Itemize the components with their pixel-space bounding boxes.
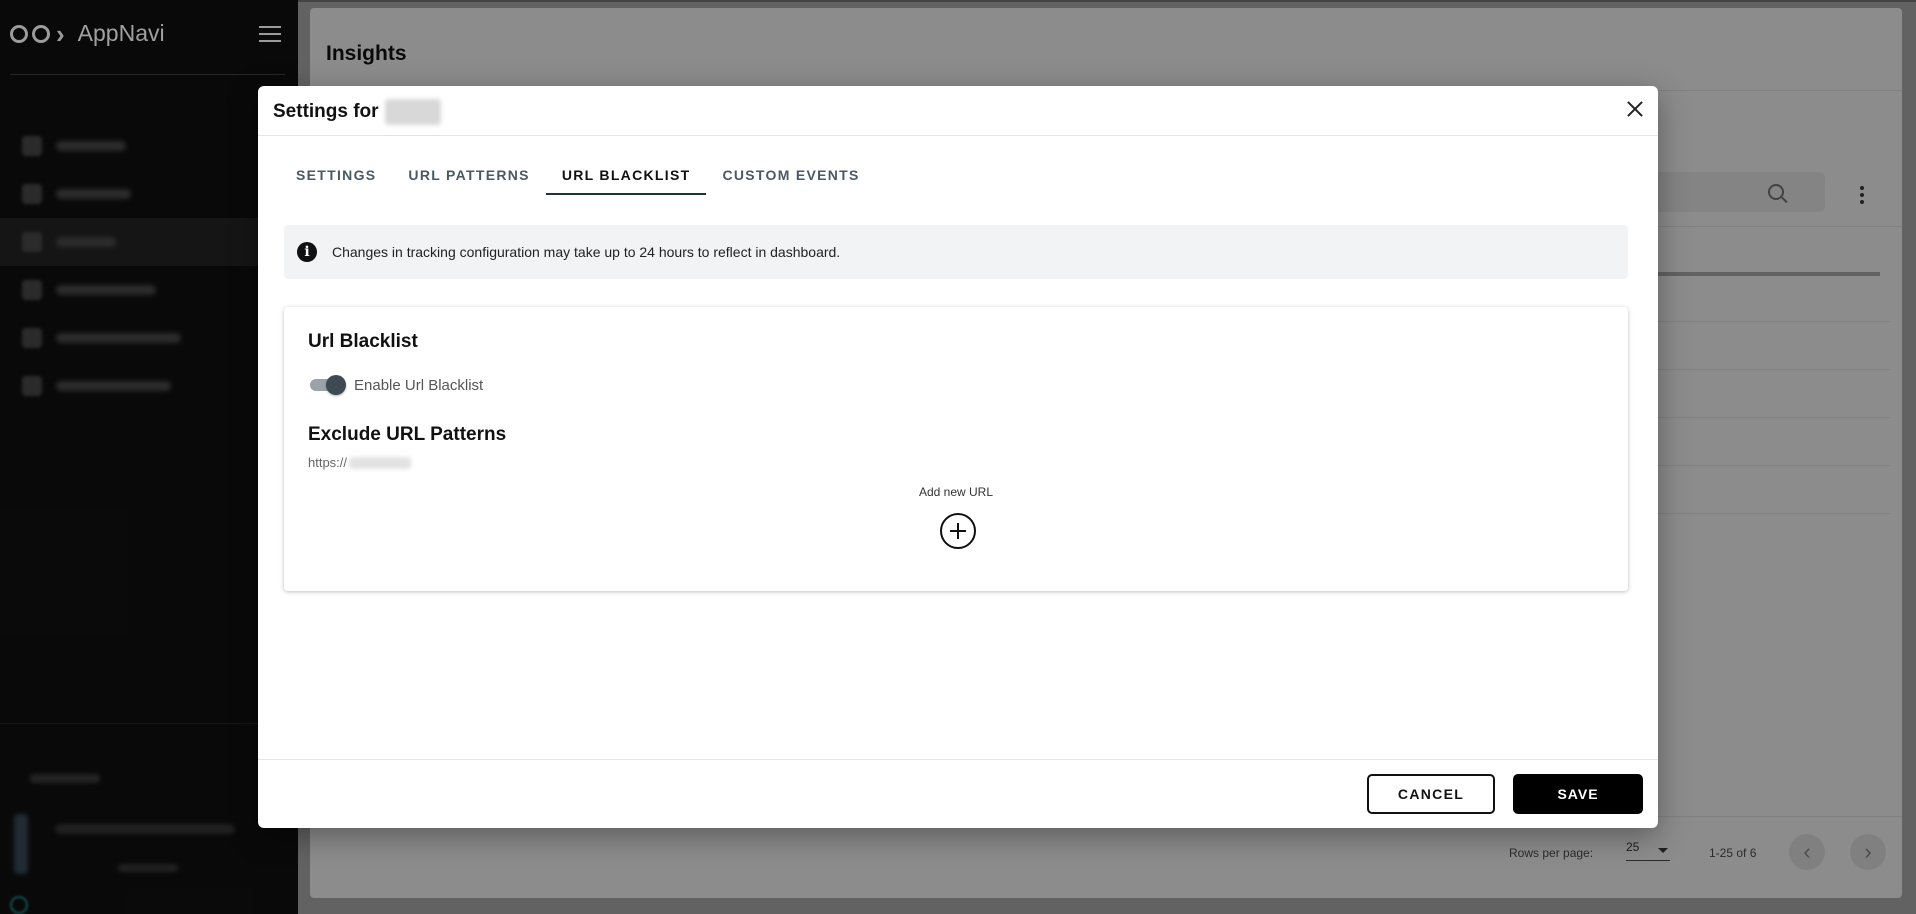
redacted-url <box>349 456 412 469</box>
url-prefix: https:// <box>308 455 348 470</box>
url-pattern-item[interactable]: https:// <box>308 455 412 470</box>
redacted-app-name <box>384 99 441 125</box>
add-url-label: Add new URL <box>918 485 994 499</box>
toggle-label: Enable Url Blacklist <box>354 377 484 394</box>
toggle-knob <box>326 375 346 395</box>
cancel-button[interactable]: CANCEL <box>1367 774 1495 814</box>
close-icon[interactable] <box>1623 97 1647 121</box>
tab-url-blacklist[interactable]: URL Blacklist <box>545 159 707 195</box>
info-text: Changes in tracking configuration may ta… <box>332 244 841 260</box>
tab-url-patterns[interactable]: URL Patterns <box>392 159 545 195</box>
url-blacklist-card: Url Blacklist Enable Url Blacklist Exclu… <box>284 307 1628 591</box>
modal-footer-divider <box>258 759 1658 760</box>
enable-url-blacklist-toggle[interactable] <box>308 375 346 395</box>
tab-bar: Settings URL Patterns URL Blacklist Cust… <box>280 159 876 195</box>
info-icon: i <box>297 242 317 262</box>
save-button[interactable]: SAVE <box>1513 774 1643 814</box>
modal-title-text: Settings for <box>273 101 379 122</box>
sidebar: › AppNavi <box>0 0 298 914</box>
card-title: Url Blacklist <box>308 331 418 352</box>
settings-modal: Settings for Settings URL Patterns URL B… <box>258 86 1658 828</box>
add-url-button[interactable] <box>940 513 976 549</box>
section-title: Exclude URL Patterns <box>308 424 507 445</box>
tab-settings[interactable]: Settings <box>280 159 392 195</box>
sidebar-dim-overlay <box>0 0 298 914</box>
modal-title: Settings for <box>273 99 441 125</box>
tab-custom-events[interactable]: Custom Events <box>706 159 875 195</box>
info-banner: i Changes in tracking configuration may … <box>284 225 1628 279</box>
top-edge <box>298 0 1916 2</box>
modal-header: Settings for <box>258 86 1658 136</box>
